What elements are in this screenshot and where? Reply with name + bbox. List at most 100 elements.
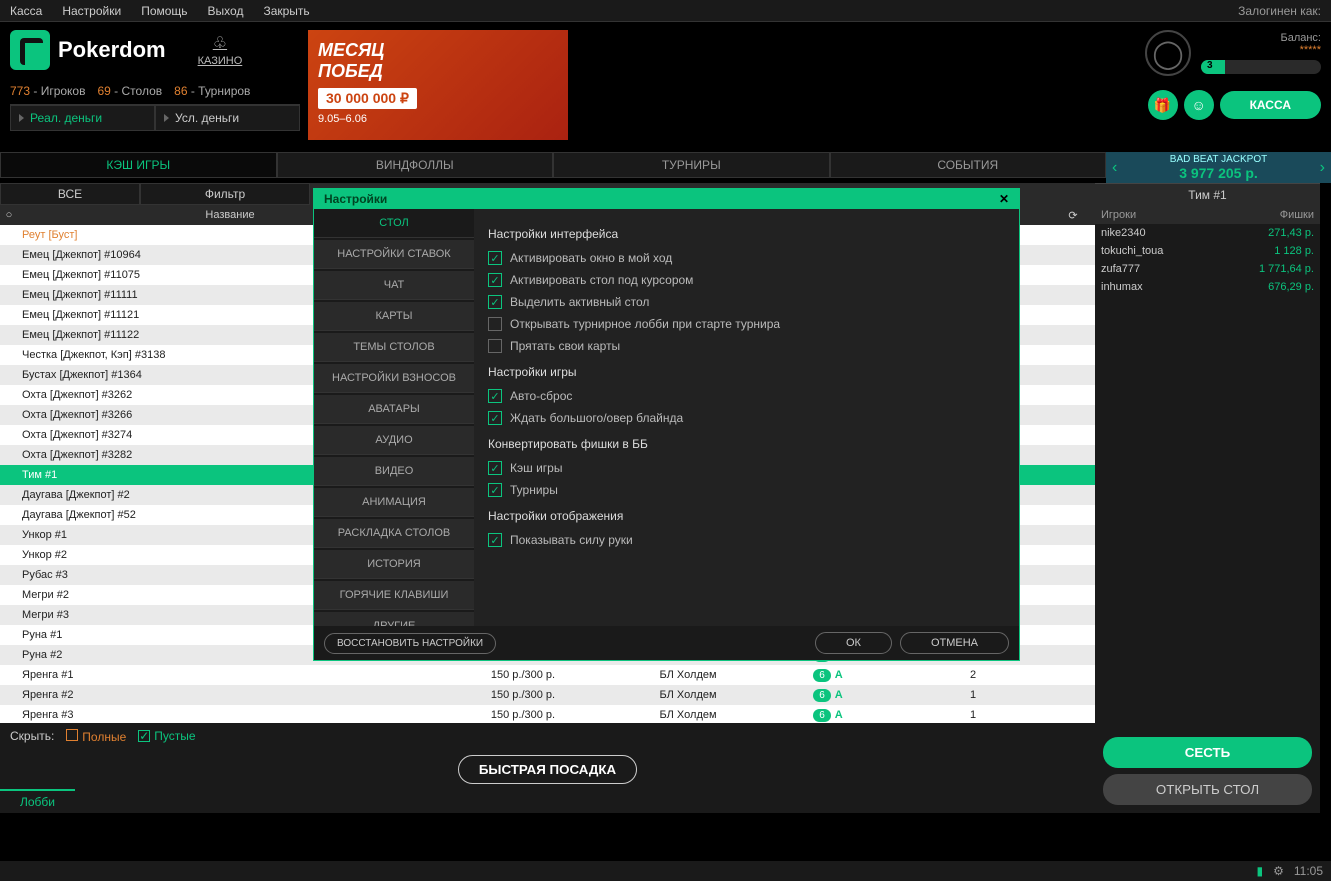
settings-tab-3[interactable]: КАРТЫ [314,302,474,331]
settings-sidebar: СТОЛНАСТРОЙКИ СТАВОКЧАТКАРТЫТЕМЫ СТОЛОВН… [314,209,474,626]
filter-all-tab[interactable]: ВСЕ [0,183,140,205]
hide-empty-checkbox[interactable]: ✓Пустые [138,729,195,743]
player-list: nike2340271,43 р.tokuchi_toua1 128 р.zuf… [1095,224,1320,296]
table-details-panel: Тим #1 Игроки Фишки nike2340271,43 р.tok… [1095,183,1320,813]
sit-button[interactable]: СЕСТЬ [1103,737,1312,768]
settings-tab-11[interactable]: ИСТОРИЯ [314,550,474,579]
menu-Касса[interactable]: Касса [10,4,42,18]
option-checkbox[interactable]: Открывать турнирное лобби при старте тур… [488,313,1005,335]
player-row: tokuchi_toua1 128 р. [1095,242,1320,260]
balance-amount: ***** [1201,44,1321,56]
settings-content: Настройки интерфейса ✓Активировать окно … [474,209,1019,626]
gear-icon[interactable]: ⚙ [1273,864,1284,878]
statusbar: ▮ ⚙ 11:05 [0,861,1331,881]
menu-Настройки[interactable]: Настройки [62,4,121,18]
gift-icon[interactable]: 🎁 [1148,90,1178,120]
section-convert: Конвертировать фишки в ББ [488,437,1005,451]
jackpot-panel[interactable]: ‹ BAD BEAT JACKPOT 3 977 205 р. › [1106,152,1331,183]
menubar: Касса Настройки Помощь Выход Закрыть Залогин… [0,0,1331,22]
settings-tab-13[interactable]: ДРУГИЕ [314,612,474,626]
cancel-button[interactable]: ОТМЕНА [900,632,1009,654]
settings-tab-6[interactable]: АВАТАРЫ [314,395,474,424]
settings-tab-2[interactable]: ЧАТ [314,271,474,300]
progress-bar: 3 [1201,60,1321,74]
game-tab-3[interactable]: СОБЫТИЯ [830,152,1107,178]
logo[interactable]: Pokerdom [10,30,166,70]
modal-title: Настройки [324,192,387,206]
login-status: Залогинен как: [1238,4,1321,18]
settings-tab-10[interactable]: РАСКЛАДКА СТОЛОВ [314,519,474,548]
option-checkbox[interactable]: ✓Выделить активный стол [488,291,1005,313]
lobby-tab[interactable]: Лобби [0,789,75,813]
ok-button[interactable]: ОК [815,632,892,654]
option-checkbox[interactable]: ✓Авто-сброс [488,385,1005,407]
refresh-icon[interactable]: ⟳ [1058,205,1088,225]
players-count: 773 [10,84,30,98]
option-checkbox[interactable]: ✓Активировать стол под курсором [488,269,1005,291]
settings-tab-5[interactable]: НАСТРОЙКИ ВЗНОСОВ [314,364,474,393]
selected-table-name: Тим #1 [1095,183,1320,206]
table-row[interactable]: Яренга #2150 р./300 р.БЛ Холдем6A1 [0,685,1095,705]
section-game: Настройки игры [488,365,1005,379]
jackpot-next-icon[interactable]: › [1320,159,1325,177]
network-icon: ▮ [1256,864,1263,878]
casino-link[interactable]: ♧ КАЗИНО [198,33,243,67]
settings-modal: Настройки ✕ СТОЛНАСТРОЙКИ СТАВОКЧАТКАРТЫ… [313,188,1020,661]
logo-icon [10,30,50,70]
game-tabs: КЭШ ИГРЫВИНДФОЛЛЫТУРНИРЫСОБЫТИЯ [0,152,1106,178]
game-tab-2[interactable]: ТУРНИРЫ [553,152,830,178]
tables-count: 69 [97,84,110,98]
table-row[interactable]: Яренга #3150 р./300 р.БЛ Холдем6A1 [0,705,1095,723]
lobby-tabs: Лобби [0,789,1095,813]
option-checkbox[interactable]: ✓Ждать большого/овер блайнда [488,407,1005,429]
stats-row: 773 - Игроков 69 - Столов 86 - Турниров [10,84,300,98]
settings-tab-0[interactable]: СТОЛ [314,209,474,238]
cashier-button[interactable]: КАССА [1220,91,1321,119]
support-icon[interactable]: ☺ [1184,90,1214,120]
option-checkbox[interactable]: ✓Турниры [488,479,1005,501]
player-col-chips: Фишки [1280,209,1314,221]
hide-full-checkbox[interactable]: Полные [66,729,126,744]
player-col-name: Игроки [1101,209,1280,221]
column-status[interactable]: ○ [0,205,18,225]
game-tab-1[interactable]: ВИНДФОЛЛЫ [277,152,554,178]
settings-tab-4[interactable]: ТЕМЫ СТОЛОВ [314,333,474,362]
menu-Закрыть[interactable]: Закрыть [263,4,309,18]
section-display: Настройки отображения [488,509,1005,523]
casino-icon: ♧ [198,33,243,53]
logo-text: Pokerdom [58,37,166,63]
tourneys-count: 86 [174,84,187,98]
avatar[interactable]: ◯ [1145,30,1191,76]
casino-label: КАЗИНО [198,55,243,67]
header: Pokerdom ♧ КАЗИНО 773 - Игроков 69 - Сто… [0,22,1331,152]
option-checkbox[interactable]: ✓Активировать окно в мой ход [488,247,1005,269]
section-interface: Настройки интерфейса [488,227,1005,241]
menu-Помощь[interactable]: Помощь [141,4,187,18]
table-row[interactable]: Яренга #1150 р./300 р.БЛ Холдем6A2 [0,665,1095,685]
real-money-tab[interactable]: Реал. деньги [10,105,155,131]
quick-seat-button[interactable]: БЫСТРАЯ ПОСАДКА [458,755,637,784]
settings-tab-9[interactable]: АНИМАЦИЯ [314,488,474,517]
close-icon[interactable]: ✕ [999,192,1009,206]
player-row: nike2340271,43 р. [1095,224,1320,242]
restore-button[interactable]: ВОССТАНОВИТЬ НАСТРОЙКИ [324,633,496,654]
player-row: inhumax676,29 р. [1095,278,1320,296]
settings-tab-7[interactable]: АУДИО [314,426,474,455]
settings-tab-1[interactable]: НАСТРОЙКИ СТАВОК [314,240,474,269]
menu-Выход[interactable]: Выход [208,4,244,18]
jackpot-prev-icon[interactable]: ‹ [1112,159,1117,177]
option-checkbox[interactable]: Прятать свои карты [488,335,1005,357]
open-table-button[interactable]: ОТКРЫТЬ СТОЛ [1103,774,1312,805]
option-checkbox[interactable]: ✓Кэш игры [488,457,1005,479]
player-row: zufa7771 771,64 р. [1095,260,1320,278]
promo-banner[interactable]: МЕСЯЦ ПОБЕД 30 000 000 ₽ 9.05–6.06 [308,30,568,140]
play-money-tab[interactable]: Усл. деньги [155,105,300,131]
settings-tab-8[interactable]: ВИДЕО [314,457,474,486]
balance-label: Баланс: [1201,32,1321,44]
clock: 11:05 [1294,864,1323,878]
filter-button[interactable]: Фильтр [140,183,310,205]
hide-filters: Скрыть: Полные ✓Пустые [0,723,1095,749]
option-checkbox[interactable]: ✓Показывать силу руки [488,529,1005,551]
settings-tab-12[interactable]: ГОРЯЧИЕ КЛАВИШИ [314,581,474,610]
game-tab-0[interactable]: КЭШ ИГРЫ [0,152,277,178]
